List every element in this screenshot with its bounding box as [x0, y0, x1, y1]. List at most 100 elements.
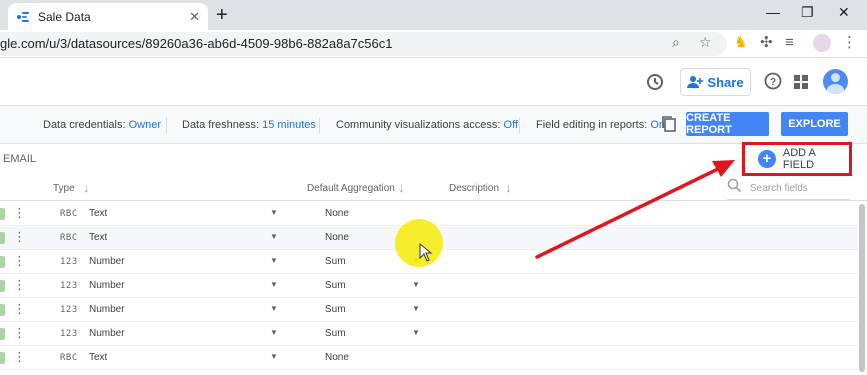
share-button[interactable]: Share: [680, 68, 751, 96]
explore-button[interactable]: EXPLORE: [781, 112, 848, 136]
avatar[interactable]: [823, 69, 848, 94]
sort-arrow-icon[interactable]: ↓: [83, 180, 90, 195]
sort-arrow-icon[interactable]: ↓: [398, 180, 405, 195]
browser-tab[interactable]: Sale Data ✕: [8, 3, 208, 30]
field-aggregation[interactable]: None: [325, 352, 349, 363]
help-icon[interactable]: ?: [764, 72, 782, 90]
type-code-icon: 123: [60, 281, 78, 291]
field-status-marker: [0, 304, 5, 316]
type-code-icon: 123: [60, 305, 78, 315]
field-aggregation[interactable]: Sum: [325, 256, 346, 267]
type-dropdown-icon[interactable]: ▼: [270, 280, 278, 289]
aggregation-dropdown-icon[interactable]: ▼: [412, 280, 420, 289]
tab-title: Sale Data: [38, 9, 91, 24]
field-status-marker: [0, 232, 5, 244]
search-icon: [727, 178, 742, 193]
share-label: Share: [707, 74, 744, 90]
field-type[interactable]: Number: [89, 328, 125, 339]
divider: [166, 117, 167, 133]
table-row[interactable]: ⋮ 123 Number ▼ Sum ▼: [0, 322, 858, 346]
field-status-marker: [0, 256, 5, 268]
aggregation-dropdown-icon[interactable]: ▼: [412, 304, 420, 313]
field-aggregation[interactable]: None: [325, 208, 349, 219]
field-aggregation[interactable]: Sum: [325, 280, 346, 291]
field-aggregation[interactable]: Sum: [325, 328, 346, 339]
sort-arrow-icon[interactable]: ↓: [505, 180, 512, 195]
type-dropdown-icon[interactable]: ▼: [270, 208, 278, 217]
bookmark-star-icon[interactable]: ☆: [699, 34, 712, 51]
data-credentials[interactable]: Data credentials: Owner: [43, 119, 161, 131]
close-tab-icon[interactable]: ✕: [189, 9, 200, 25]
drag-handle-icon[interactable]: ⋮: [13, 301, 26, 317]
column-header-default-aggregation[interactable]: Default Aggregation: [307, 183, 395, 194]
field-type[interactable]: Number: [89, 256, 125, 267]
zoom-icon[interactable]: ⌕: [672, 34, 680, 51]
close-window-icon[interactable]: ✕: [838, 4, 850, 21]
field-aggregation[interactable]: None: [325, 232, 349, 243]
drag-handle-icon[interactable]: ⋮: [13, 325, 26, 341]
type-code-icon: RBC: [60, 209, 78, 219]
field-type[interactable]: Text: [89, 208, 107, 219]
field-editing-in-reports[interactable]: Field editing in reports: On: [536, 119, 665, 131]
add-person-icon: [687, 76, 704, 88]
drag-handle-icon[interactable]: ⋮: [13, 349, 26, 365]
drag-handle-icon[interactable]: ⋮: [13, 253, 26, 269]
field-status-marker: [0, 208, 5, 220]
divider: [319, 117, 320, 133]
field-type[interactable]: Number: [89, 304, 125, 315]
field-status-marker: [0, 328, 5, 340]
table-row[interactable]: ⋮ 123 Number ▼ Sum ▼: [0, 274, 858, 298]
field-aggregation[interactable]: Sum: [325, 304, 346, 315]
browser-tab-strip: Sale Data ✕ + — ❐ ✕: [0, 0, 867, 30]
community-value[interactable]: Off: [504, 119, 518, 131]
profile-icon[interactable]: [813, 34, 831, 52]
apps-grid-icon[interactable]: [794, 75, 808, 89]
table-row[interactable]: ⋮ 123 Number ▼ Sum ▼: [0, 298, 858, 322]
type-dropdown-icon[interactable]: ▼: [270, 256, 278, 265]
data-studio-favicon-icon: [17, 11, 29, 22]
field-type[interactable]: Number: [89, 280, 125, 291]
type-dropdown-icon[interactable]: ▼: [270, 352, 278, 361]
cursor-highlight: [395, 219, 443, 267]
freshness-label: Data freshness:: [182, 119, 260, 131]
svg-text:?: ?: [770, 77, 776, 88]
search-fields-input[interactable]: Search fields: [727, 178, 850, 200]
add-field-button[interactable]: + ADD A FIELD: [742, 142, 852, 176]
column-header-description[interactable]: Description: [449, 183, 499, 194]
new-tab-button[interactable]: +: [216, 4, 228, 26]
table-row[interactable]: ⋮ RBC Text ▼ None: [0, 346, 858, 370]
browser-menu-icon[interactable]: ⋮: [842, 33, 857, 53]
field-editing-label: Field editing in reports:: [536, 119, 648, 131]
restore-icon[interactable]: ❐: [801, 4, 814, 21]
data-freshness[interactable]: Data freshness: 15 minutes: [182, 119, 316, 131]
drag-handle-icon[interactable]: ⋮: [13, 205, 26, 221]
field-type[interactable]: Text: [89, 232, 107, 243]
type-dropdown-icon[interactable]: ▼: [270, 304, 278, 313]
credentials-value[interactable]: Owner: [129, 119, 161, 131]
app-header: Share ?: [0, 58, 867, 106]
type-code-icon: RBC: [60, 353, 78, 363]
extension-icon[interactable]: ♞: [734, 33, 747, 53]
divider: [519, 117, 520, 133]
add-field-label: ADD A FIELD: [782, 147, 816, 171]
url-field[interactable]: gle.com/u/3/datasources/89260a36-ab6d-45…: [0, 32, 727, 56]
freshness-value[interactable]: 15 minutes: [262, 119, 316, 131]
media-queue-icon[interactable]: ≡: [785, 33, 794, 53]
drag-handle-icon[interactable]: ⋮: [13, 229, 26, 245]
type-dropdown-icon[interactable]: ▼: [270, 328, 278, 337]
scrollbar[interactable]: [859, 204, 865, 372]
aggregation-dropdown-icon[interactable]: ▼: [412, 328, 420, 337]
minimize-icon[interactable]: —: [766, 4, 780, 20]
type-dropdown-icon[interactable]: ▼: [270, 232, 278, 241]
community-visualizations-access[interactable]: Community visualizations access: Off: [336, 119, 518, 131]
field-status-marker: [0, 352, 5, 364]
copy-icon[interactable]: [661, 115, 677, 133]
add-circle-icon: +: [758, 150, 776, 168]
create-report-button[interactable]: CREATE REPORT: [686, 112, 769, 136]
puzzle-icon[interactable]: ✣: [760, 33, 773, 53]
version-history-icon[interactable]: [645, 72, 665, 92]
field-list-toolbar: EMAIL: [0, 144, 867, 174]
column-header-type[interactable]: Type: [53, 183, 75, 194]
drag-handle-icon[interactable]: ⋮: [13, 277, 26, 293]
field-type[interactable]: Text: [89, 352, 107, 363]
